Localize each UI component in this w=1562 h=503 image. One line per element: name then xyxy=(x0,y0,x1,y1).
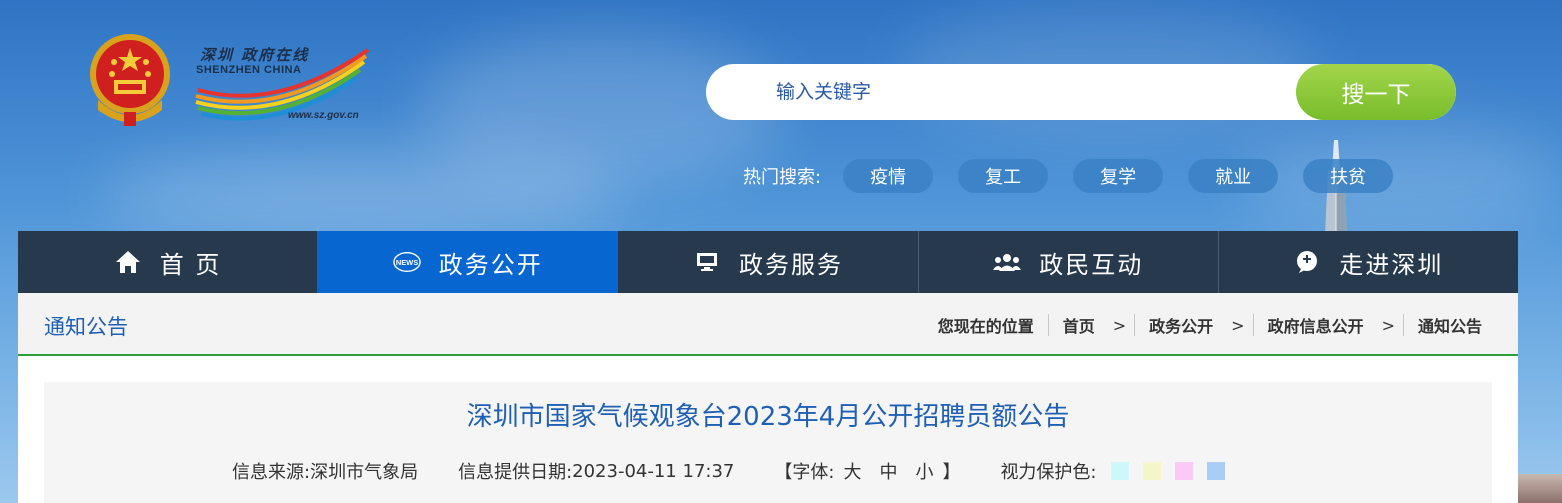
svg-text:NEWS: NEWS xyxy=(396,258,418,267)
nav-label: 首 页 xyxy=(159,250,222,279)
content-area: 深圳市国家气候观象台2023年4月公开招聘员额公告 信息来源: 深圳市气象局 信… xyxy=(18,356,1518,503)
font-small-button[interactable]: 小 xyxy=(915,458,933,484)
breadcrumb-separator: > xyxy=(1381,315,1395,335)
nav-label: 走进深圳 xyxy=(1339,250,1444,279)
monitor-icon xyxy=(693,248,721,276)
logo-chinese-text: 深圳 政府在线 xyxy=(200,46,310,64)
date-label: 信息提供日期: xyxy=(458,462,573,483)
breadcrumb-info-disclosure-link[interactable]: 政府信息公开 xyxy=(1268,313,1364,337)
article-title: 深圳市国家气候观象台2023年4月公开招聘员额公告 xyxy=(466,402,1070,432)
nav-item-home[interactable]: 首 页 xyxy=(18,231,319,293)
chat-icon xyxy=(1293,248,1321,276)
logo-url-text: www.sz.gov.cn xyxy=(288,110,359,121)
search-input[interactable] xyxy=(776,64,1296,120)
home-icon xyxy=(114,248,142,276)
breadcrumb-divider xyxy=(1047,314,1049,336)
nav-label: 政民互动 xyxy=(1039,250,1144,279)
hot-tag-epidemic[interactable]: 疫情 xyxy=(843,159,934,193)
nav-label: 政务公开 xyxy=(438,250,543,279)
search-box: 搜一下 xyxy=(706,64,1456,120)
main-nav: 首 页 NEWS 政务公开 政务服务 政民互动 走进深圳 xyxy=(18,231,1518,293)
hot-search-bar: 热门搜索: 疫情 复工 复学 就业 扶贫 xyxy=(743,158,1418,194)
breadcrumb-government-affairs-link[interactable]: 政务公开 xyxy=(1149,313,1213,337)
hot-tag-resume-school[interactable]: 复学 xyxy=(1073,159,1164,193)
background-building-fragment xyxy=(1518,474,1562,503)
font-size-close: 】 xyxy=(942,462,961,483)
nav-item-government-affairs[interactable]: NEWS 政务公开 xyxy=(318,231,619,293)
eye-color-swatch-pink[interactable] xyxy=(1174,462,1193,480)
breadcrumb: 您现在的位置 首页 > 政务公开 > 政府信息公开 > 通知公告 xyxy=(938,313,1482,337)
eye-protection-label: 视力保护色: xyxy=(1000,462,1097,483)
nav-item-citizen-interaction[interactable]: 政民互动 xyxy=(919,231,1219,293)
logo-english-text: SHENZHEN CHINA xyxy=(196,64,302,76)
section-title: 通知公告 xyxy=(44,315,128,339)
nav-item-explore-shenzhen[interactable]: 走进深圳 xyxy=(1219,231,1518,293)
background-cloud xyxy=(100,150,620,240)
eye-color-swatch-yellow[interactable] xyxy=(1142,462,1161,480)
breadcrumb-separator: > xyxy=(1112,315,1127,335)
users-icon xyxy=(993,248,1022,276)
breadcrumb-divider xyxy=(1402,314,1404,336)
nav-item-government-services[interactable]: 政务服务 xyxy=(618,231,919,293)
breadcrumb-divider xyxy=(1252,314,1254,336)
nav-label: 政务服务 xyxy=(739,250,843,279)
search-button[interactable]: 搜一下 xyxy=(1296,64,1456,120)
breadcrumb-home-link[interactable]: 首页 xyxy=(1063,313,1095,337)
news-icon: NEWS xyxy=(393,248,421,276)
hot-tag-employment[interactable]: 就业 xyxy=(1188,159,1279,193)
national-emblem-logo xyxy=(90,34,170,126)
hot-tag-resume-work[interactable]: 复工 xyxy=(958,159,1049,193)
hot-search-label: 热门搜索: xyxy=(743,167,822,188)
font-large-button[interactable]: 大 xyxy=(843,458,861,484)
article-header: 深圳市国家气候观象台2023年4月公开招聘员额公告 信息来源: 深圳市气象局 信… xyxy=(44,382,1492,503)
source-value: 深圳市气象局 xyxy=(310,462,419,483)
breadcrumb-divider xyxy=(1134,314,1136,336)
breadcrumb-bar: 通知公告 您现在的位置 首页 > 政务公开 > 政府信息公开 > 通知公告 xyxy=(18,293,1518,356)
eye-color-swatch-blue[interactable] xyxy=(1206,462,1225,480)
location-label: 您现在的位置 xyxy=(937,317,1034,336)
font-size-label: 【字体: xyxy=(774,462,835,483)
article-meta: 信息来源: 深圳市气象局 信息提供日期: 2023-04-11 17:37 【字… xyxy=(232,458,1225,484)
breadcrumb-separator: > xyxy=(1231,315,1245,335)
date-value: 2023-04-11 17:37 xyxy=(572,460,735,482)
font-medium-button[interactable]: 中 xyxy=(879,458,897,484)
source-label: 信息来源: xyxy=(232,462,311,483)
hot-tag-poverty-relief[interactable]: 扶贫 xyxy=(1303,159,1394,193)
eye-color-swatch-cyan[interactable] xyxy=(1110,462,1129,480)
breadcrumb-notices-link[interactable]: 通知公告 xyxy=(1418,313,1482,337)
